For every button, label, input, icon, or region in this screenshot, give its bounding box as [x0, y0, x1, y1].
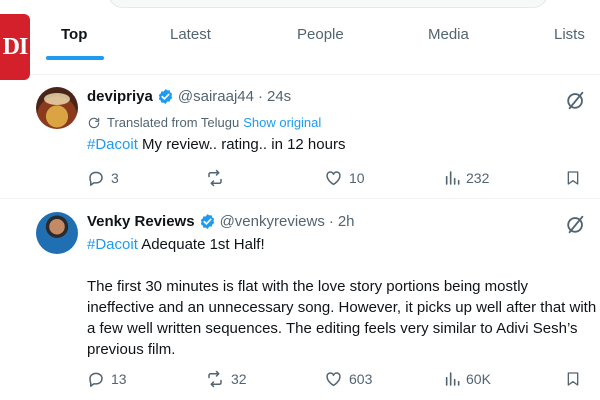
active-tab-indicator — [46, 56, 104, 60]
bookmark-button[interactable] — [565, 169, 587, 187]
timestamp[interactable]: 24s — [267, 88, 291, 105]
avatar[interactable] — [36, 87, 78, 129]
tab-top[interactable]: Top — [61, 26, 87, 43]
search-tabs: Top Latest People Media Lists — [0, 0, 600, 75]
display-name[interactable]: Venky Reviews — [87, 213, 195, 230]
reply-count: 3 — [111, 170, 119, 186]
like-button[interactable]: 603 — [324, 370, 372, 388]
post[interactable]: devipriya @sairaaj44 · 24s Translated fr… — [0, 75, 600, 199]
post-text: #Dacoit Adequate 1st Half! The first 30 … — [87, 234, 600, 360]
like-icon — [326, 171, 341, 186]
verified-badge-icon — [158, 89, 173, 104]
repost-count: 32 — [231, 371, 247, 387]
avatar[interactable] — [36, 212, 78, 254]
translate-icon — [88, 117, 100, 128]
view-count: 232 — [466, 170, 490, 186]
post-text-content: Adequate 1st Half! — [137, 236, 265, 253]
bookmark-icon — [567, 372, 579, 386]
post-header: devipriya @sairaaj44 · 24s — [87, 88, 291, 105]
post-header: Venky Reviews @venkyreviews · 2h — [87, 213, 355, 230]
separator: · — [328, 213, 334, 230]
repost-button[interactable] — [205, 169, 231, 187]
translated-label: Translated from Telugu — [107, 115, 240, 130]
tab-lists[interactable]: Lists — [554, 26, 585, 43]
repost-button[interactable]: 32 — [205, 370, 247, 388]
publisher-logo: DI — [0, 14, 30, 80]
post-text: #Dacoit My review.. rating.. in 12 hours — [87, 134, 600, 155]
reply-icon — [89, 372, 103, 387]
bookmark-icon — [567, 171, 579, 185]
tab-people[interactable]: People — [297, 26, 344, 43]
views-icon — [445, 372, 460, 386]
like-button[interactable]: 10 — [324, 169, 365, 187]
like-count: 10 — [349, 170, 365, 186]
hashtag-link[interactable]: #Dacoit — [87, 136, 138, 153]
views-button[interactable]: 60K — [444, 370, 491, 388]
show-original-link[interactable]: Show original — [243, 115, 321, 130]
bookmark-button[interactable] — [565, 370, 587, 388]
views-icon — [445, 171, 460, 185]
display-name[interactable]: devipriya — [87, 88, 153, 105]
tab-latest[interactable]: Latest — [170, 26, 211, 43]
reply-button[interactable]: 13 — [87, 370, 127, 388]
like-count: 603 — [349, 371, 373, 387]
grok-icon[interactable] — [565, 213, 587, 235]
post-text-content: My review.. rating.. in 12 hours — [137, 136, 346, 153]
post[interactable]: Venky Reviews @venkyreviews · 2h #Dacoit… — [0, 200, 600, 400]
reply-count: 13 — [111, 371, 127, 387]
tab-media[interactable]: Media — [428, 26, 469, 43]
hashtag-link[interactable]: #Dacoit — [87, 236, 138, 253]
reply-button[interactable]: 3 — [87, 169, 119, 187]
translation-notice: Translated from Telugu Show original — [87, 115, 321, 130]
handle[interactable]: @venkyreviews — [220, 213, 325, 230]
repost-icon — [208, 370, 222, 388]
separator: · — [257, 88, 263, 105]
reply-icon — [89, 171, 103, 186]
grok-icon[interactable] — [565, 89, 587, 111]
repost-icon — [208, 169, 222, 187]
publisher-logo-text: DI — [2, 33, 29, 60]
like-icon — [326, 372, 341, 387]
views-button[interactable]: 232 — [444, 169, 489, 187]
view-count: 60K — [466, 371, 491, 387]
verified-badge-icon — [200, 214, 214, 229]
handle[interactable]: @sairaaj44 — [178, 88, 254, 105]
post-paragraph: The first 30 minutes is flat with the lo… — [87, 278, 597, 358]
timestamp[interactable]: 2h — [338, 213, 355, 230]
